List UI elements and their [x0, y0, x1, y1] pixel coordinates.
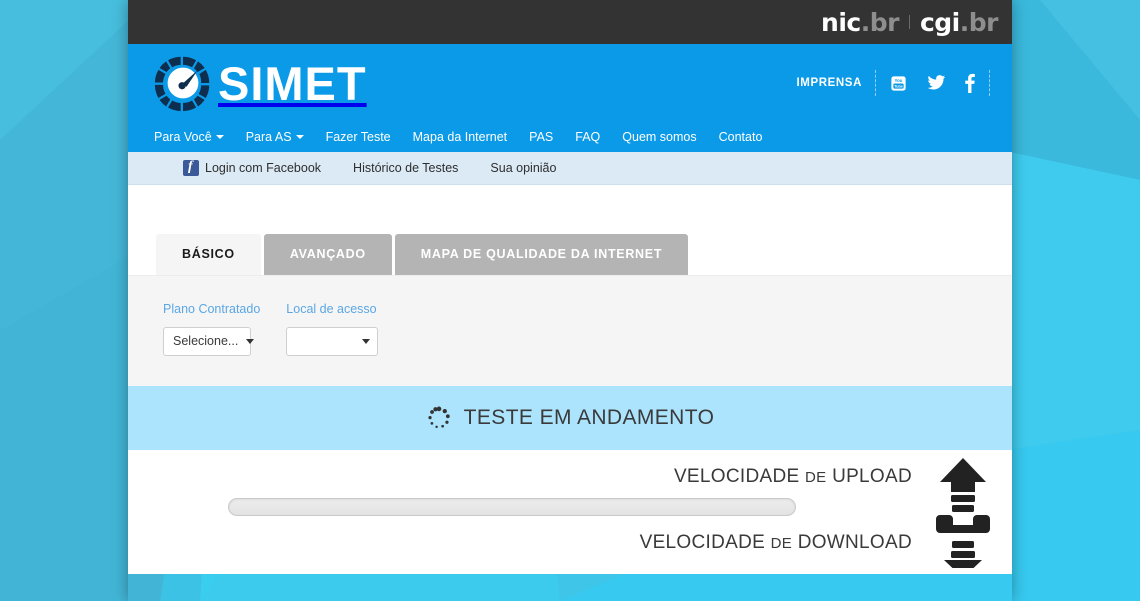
cgi-logo-prefix: cgi — [919, 7, 960, 37]
twitter-icon[interactable] — [925, 73, 947, 93]
tab-mapa-qualidade[interactable]: MAPA DE QUALIDADE DA INTERNET — [394, 234, 689, 275]
brand-wordmark: SIMET — [218, 56, 367, 110]
upload-title: VELOCIDADE DE UPLOAD — [674, 466, 912, 488]
chevron-down-icon — [362, 338, 371, 344]
download-title-de: DE — [770, 534, 793, 552]
tab-basico[interactable]: BÁSICO — [156, 234, 261, 275]
nic-logo-suffix: .br — [860, 7, 900, 37]
location-field-group: Local de acesso — [286, 301, 379, 356]
facebook-icon — [183, 159, 199, 176]
feedback-label: Sua opinião — [490, 161, 557, 175]
plan-select-value: Selecione... — [173, 334, 239, 348]
plan-select[interactable]: Selecione... — [163, 326, 255, 356]
test-status-label: TESTE EM ANDAMENTO — [463, 405, 715, 429]
download-title-row: VELOCIDADE DE DOWNLOAD — [128, 532, 1012, 554]
upload-download-arrows-icon — [936, 457, 990, 568]
test-history-label: Histórico de Testes — [353, 161, 459, 175]
form-row: Plano Contratado Selecione... Local de a… — [163, 302, 1012, 356]
header-top-row: SIMET IMPRENSA You Tube — [142, 44, 998, 122]
test-options-panel: Plano Contratado Selecione... Local de a… — [128, 274, 1012, 386]
site-header: SIMET IMPRENSA You Tube Para Você Para A… — [128, 44, 1012, 152]
test-history-link[interactable]: Histórico de Testes — [353, 161, 458, 175]
loading-spinner-icon — [428, 406, 450, 428]
main-navigation: Para Você Para AS Fazer Teste Mapa da In… — [142, 122, 998, 152]
nav-label: Para Você — [154, 130, 212, 144]
plan-label: Plano Contratado — [163, 301, 261, 316]
nav-item-para-as[interactable]: Para AS — [246, 122, 318, 152]
upload-title-kind: UPLOAD — [832, 465, 912, 487]
press-link[interactable]: IMPRENSA — [796, 77, 862, 89]
download-title: VELOCIDADE DE DOWNLOAD — [640, 532, 912, 554]
svg-text:You: You — [895, 77, 903, 82]
tab-list: BÁSICO AVANÇADO MAPA DE QUALIDADE DA INT… — [156, 234, 1012, 275]
nic-logo-prefix: nic — [821, 7, 861, 37]
facebook-login-button[interactable]: Login com Facebook — [183, 159, 322, 176]
test-status-banner: TESTE EM ANDAMENTO — [128, 385, 1012, 450]
tab-avancado[interactable]: AVANÇADO — [263, 234, 392, 275]
chevron-down-icon — [246, 338, 255, 344]
nav-item-faq[interactable]: FAQ — [575, 122, 614, 152]
nav-item-mapa-da-internet[interactable]: Mapa da Internet — [413, 122, 522, 152]
nav-item-contato[interactable]: Contato — [719, 122, 777, 152]
header-utility-group: IMPRENSA You Tube — [796, 70, 998, 96]
upload-title-de: DE — [805, 468, 827, 486]
location-select[interactable] — [286, 326, 379, 356]
top-institutional-bar: nic.br cgi.br — [128, 0, 1012, 44]
facebook-login-label: Login com Facebook — [205, 161, 322, 175]
chevron-down-icon — [295, 134, 304, 139]
nav-item-para-voce[interactable]: Para Você — [154, 122, 238, 152]
nav-label: Para AS — [245, 130, 292, 144]
header-divider-1 — [875, 70, 876, 96]
feedback-link[interactable]: Sua opinião — [490, 161, 556, 175]
location-label: Local de acesso — [286, 301, 377, 316]
user-actions-bar: Login com Facebook Histórico de Testes S… — [128, 152, 1012, 185]
chevron-down-icon — [215, 134, 224, 139]
upload-title-main: VELOCIDADE — [673, 465, 800, 487]
facebook-icon[interactable] — [964, 73, 976, 93]
download-title-main: VELOCIDADE — [639, 531, 766, 553]
site-page: nic.br cgi.br SIMET IMPRENSA You Tube Pa… — [128, 0, 1012, 601]
upload-title-row: VELOCIDADE DE UPLOAD — [128, 466, 1012, 488]
upload-progress-bar — [228, 497, 796, 516]
plan-field-group: Plano Contratado Selecione... — [163, 302, 260, 356]
nav-item-pas[interactable]: PAS — [529, 122, 567, 152]
nav-item-quem-somos[interactable]: Quem somos — [622, 122, 710, 152]
svg-text:Tube: Tube — [894, 84, 903, 88]
download-title-kind: DOWNLOAD — [797, 531, 912, 553]
content-spacer — [128, 185, 1012, 234]
speed-results-section: VELOCIDADE DE UPLOAD VELOCIDADE DE DOWNL… — [128, 449, 1012, 574]
org-logo-group: nic.br cgi.br — [821, 10, 998, 35]
speedometer-icon — [154, 56, 210, 112]
nav-item-fazer-teste[interactable]: Fazer Teste — [326, 122, 405, 152]
youtube-icon[interactable]: You Tube — [889, 74, 908, 93]
header-divider-2 — [989, 70, 990, 96]
nic-br-logo[interactable]: nic.br — [821, 10, 899, 35]
social-links: You Tube — [889, 73, 976, 93]
simet-brand-link[interactable]: SIMET — [154, 54, 367, 112]
cgi-br-logo[interactable]: cgi.br — [919, 7, 999, 37]
org-logo-separator — [908, 15, 910, 29]
tabs-container: BÁSICO AVANÇADO MAPA DE QUALIDADE DA INT… — [128, 234, 1012, 275]
cgi-logo-suffix: .br — [959, 7, 999, 37]
